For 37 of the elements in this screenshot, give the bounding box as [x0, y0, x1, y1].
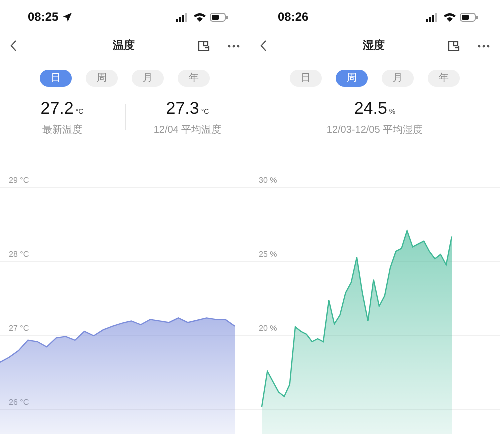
battery-icon: [460, 12, 478, 22]
status-time: 08:26: [278, 9, 309, 26]
axis-label: 28 °C: [9, 250, 30, 259]
stat-label: 最新温度: [41, 124, 84, 138]
more-icon[interactable]: [478, 44, 490, 48]
period-tab[interactable]: 日: [290, 70, 322, 87]
screen-title: 温度: [112, 38, 136, 54]
signal-icon: [426, 12, 440, 22]
back-icon[interactable]: [10, 40, 18, 52]
stat-label: 12/03-12/05 平均湿度: [326, 124, 424, 138]
export-icon[interactable]: [198, 40, 210, 52]
axis-label: 26 °C: [9, 398, 30, 407]
period-tab[interactable]: 月: [132, 70, 164, 87]
period-tab[interactable]: 周: [86, 70, 118, 87]
wifi-icon: [194, 12, 206, 22]
period-tab[interactable]: 年: [428, 70, 460, 87]
stat-label: 12/04 平均温度: [152, 124, 223, 138]
period-tab[interactable]: 周: [336, 70, 368, 87]
wifi-icon: [444, 12, 456, 22]
axis-label: 29 °C: [9, 176, 30, 185]
stat-value: 27.2: [40, 99, 74, 118]
status-time: 08:25: [28, 9, 59, 26]
period-tab[interactable]: 年: [178, 70, 210, 87]
screen-title: 湿度: [362, 38, 386, 54]
period-tab[interactable]: 日: [40, 70, 72, 87]
more-icon[interactable]: [228, 44, 240, 48]
axis-label: 27 °C: [9, 324, 30, 333]
stat-value: 27.3: [166, 99, 200, 118]
stat-value: 24.5: [354, 99, 388, 118]
axis-label: 30 %: [259, 176, 278, 185]
signal-icon: [176, 12, 190, 22]
battery-icon: [210, 12, 228, 22]
axis-label: 25 %: [259, 250, 278, 259]
period-tab[interactable]: 月: [382, 70, 414, 87]
axis-label: 20 %: [259, 324, 278, 333]
export-icon[interactable]: [448, 40, 460, 52]
back-icon[interactable]: [260, 40, 268, 52]
